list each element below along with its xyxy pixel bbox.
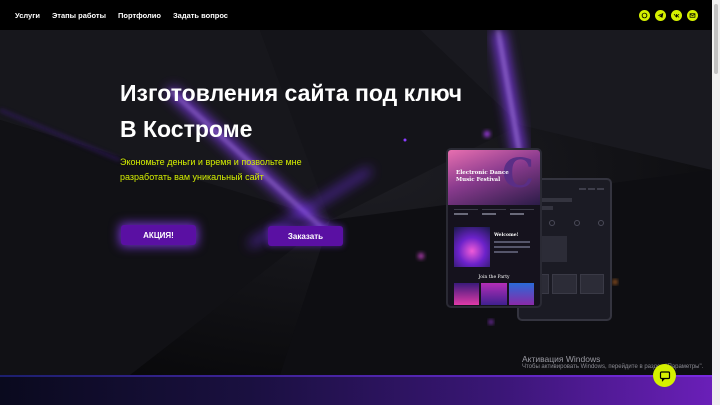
mockup-welcome: Welcome! (494, 233, 519, 238)
phone-mockup: C Electronic Dance Music Festival Welcom… (446, 148, 542, 308)
telegram-icon[interactable] (655, 9, 666, 21)
nav-links: Услуги Этапы работы Портфолио Задать воп… (15, 11, 228, 20)
mockup-party-heading: Join the Party (478, 275, 510, 280)
windows-activation-title: Активация Windows (522, 354, 601, 364)
chat-icon (659, 370, 670, 382)
mockup-concert-image (454, 227, 490, 267)
mockup-title: Electronic Dance Music Festival (456, 170, 509, 183)
page-scrollbar[interactable] (712, 0, 720, 405)
section-divider-strip (0, 375, 712, 405)
page-title: Изготовления сайта под ключ В Костроме (120, 75, 462, 147)
scrollbar-thumb[interactable] (714, 4, 718, 74)
nav-link-portfolio[interactable]: Портфолио (118, 11, 161, 20)
nav-link-services[interactable]: Услуги (15, 11, 40, 20)
nav-link-ask-question[interactable]: Задать вопрос (173, 11, 228, 20)
page-title-line-2: В Костроме (120, 116, 253, 142)
windows-activation-subtitle: Чтобы активировать Windows, перейдите в … (522, 364, 704, 370)
hero-subtitle: Экономьте деньги и время и позвольте мне… (120, 157, 302, 182)
vk-icon[interactable] (671, 9, 682, 21)
whatsapp-icon[interactable] (639, 9, 650, 21)
page-title-line-1: Изготовления сайта под ключ (120, 80, 463, 106)
top-navbar: Услуги Этапы работы Портфолио Задать воп… (0, 0, 712, 30)
mockup-party-gallery (448, 283, 540, 305)
promo-button[interactable]: АКЦИЯ! (121, 225, 196, 245)
chat-button[interactable] (653, 364, 676, 387)
order-button[interactable]: Заказать (268, 226, 343, 246)
mockup-hero: C Electronic Dance Music Festival (448, 150, 540, 205)
social-links (639, 9, 698, 21)
nav-link-work-stages[interactable]: Этапы работы (52, 11, 106, 20)
email-icon[interactable] (687, 9, 698, 21)
